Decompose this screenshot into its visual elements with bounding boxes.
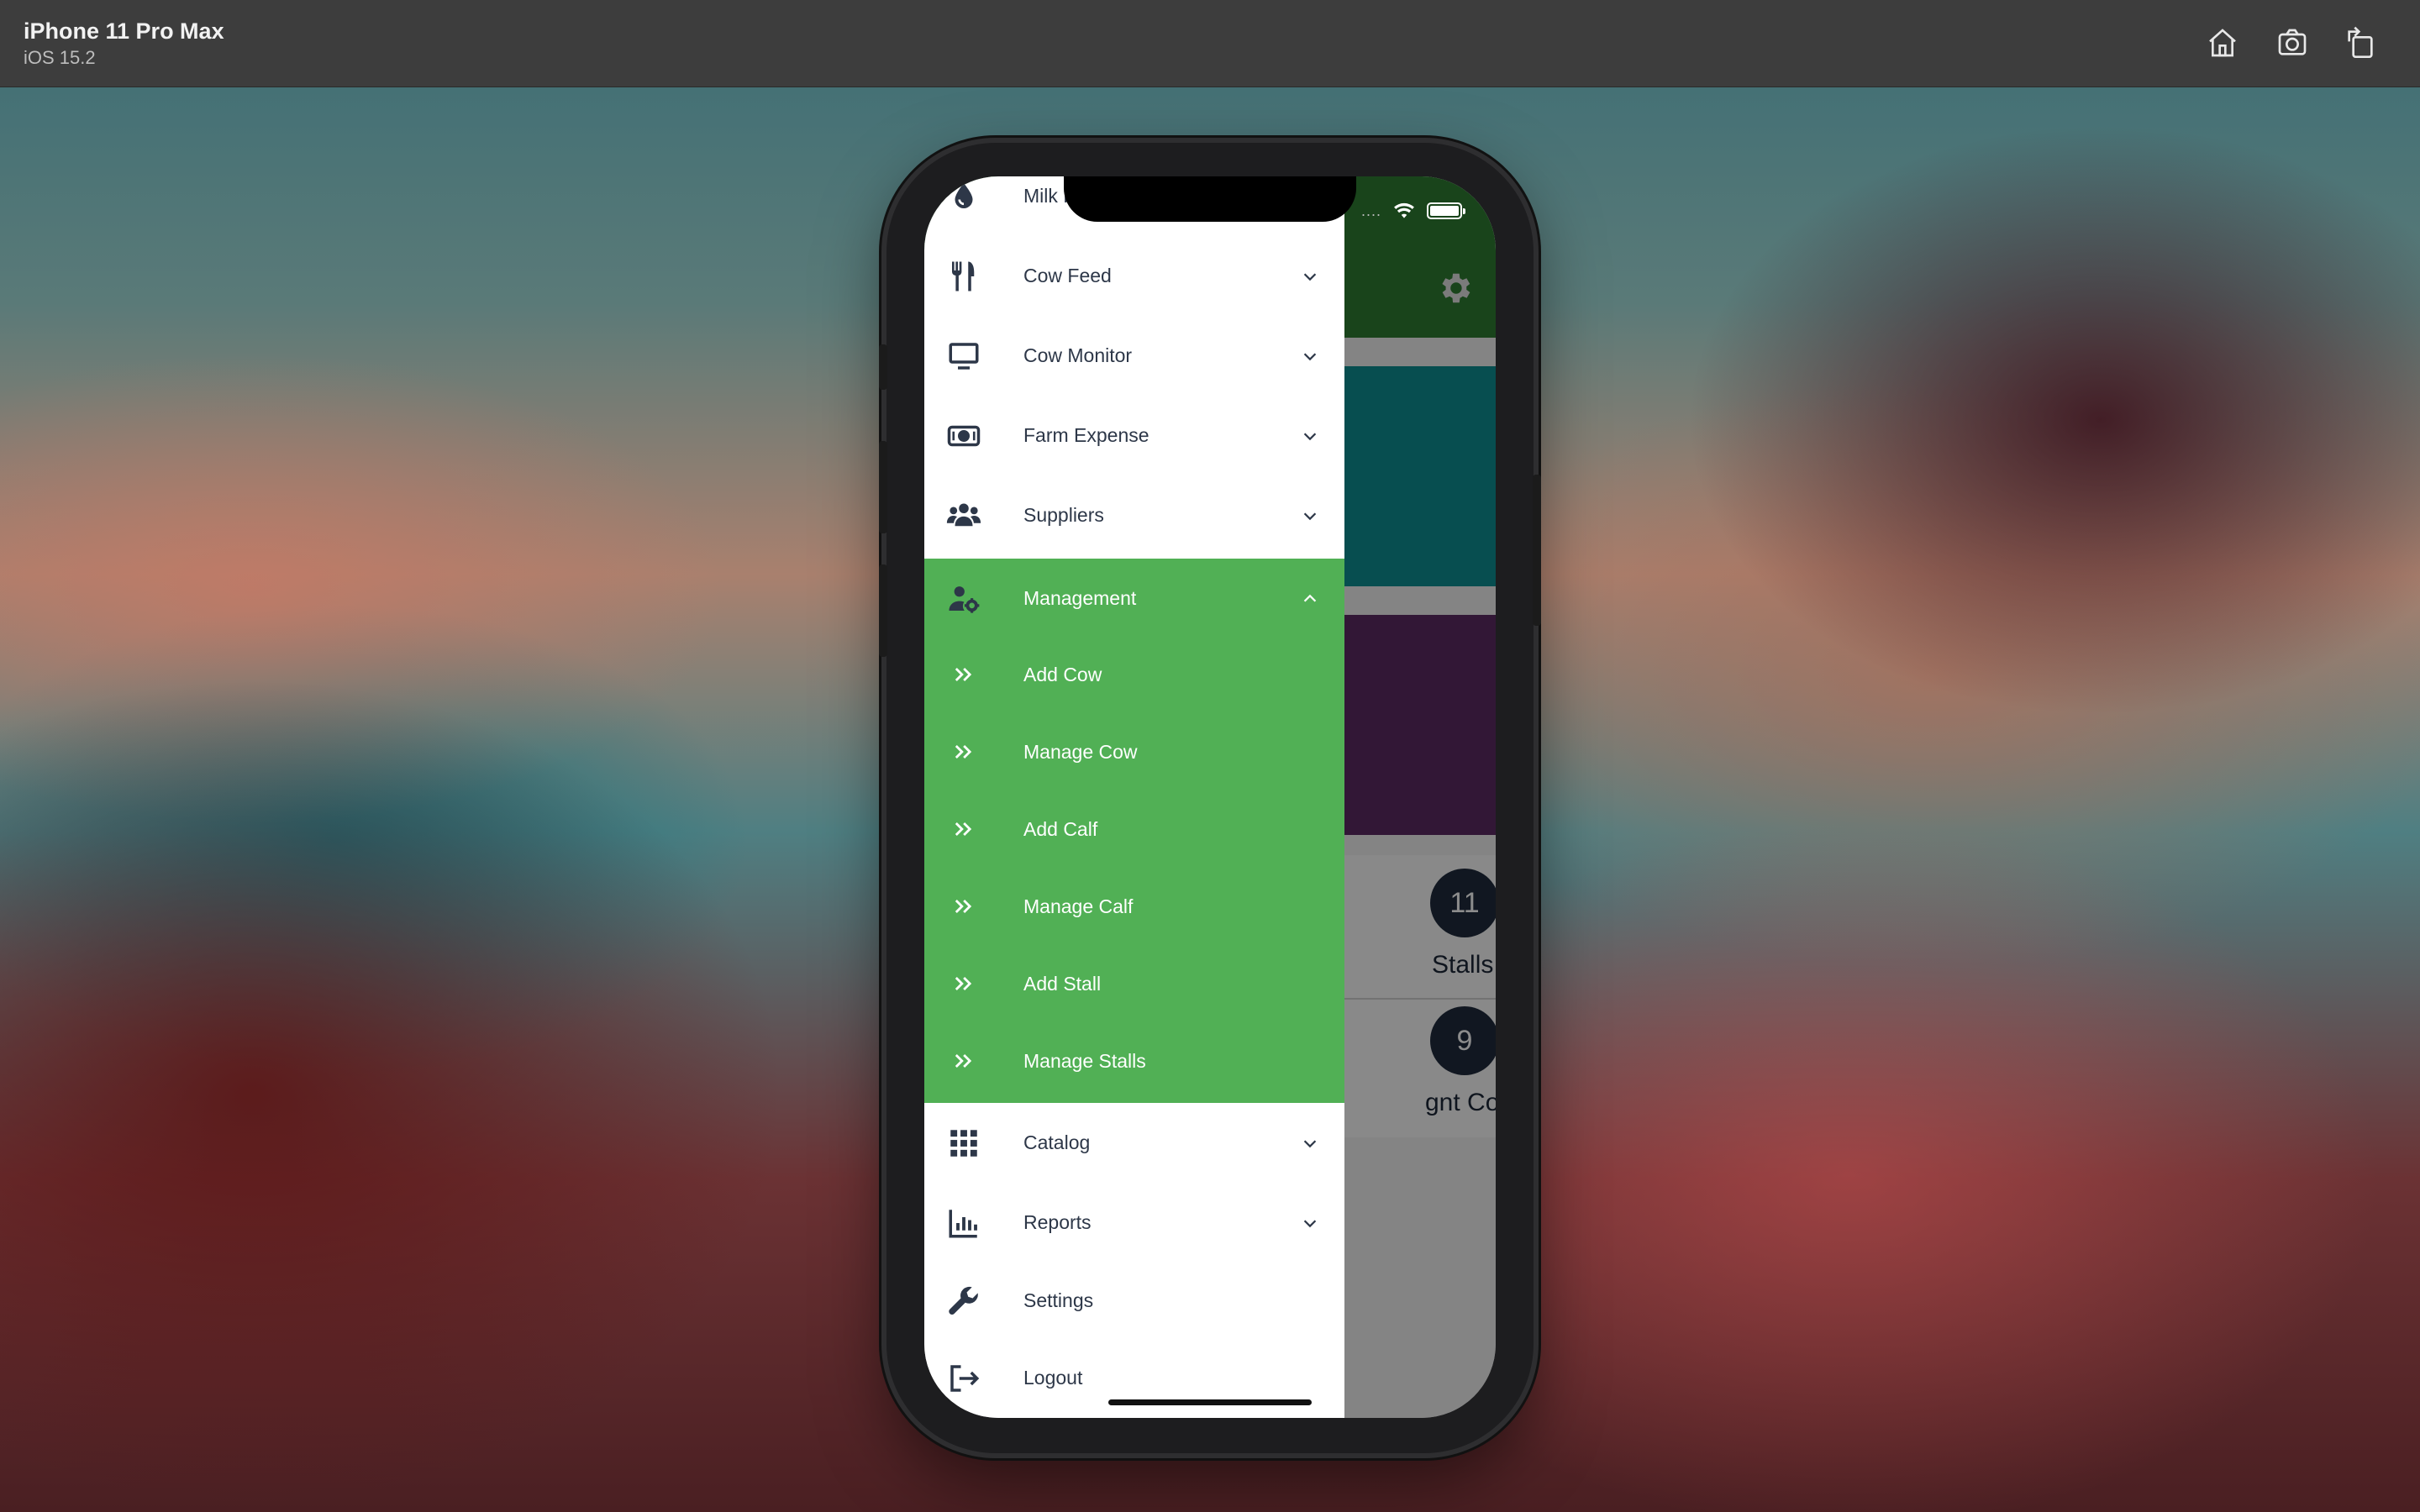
menu-item-management[interactable]: Management [924, 559, 1344, 638]
navigation-drawer: Milk P Cow Feed Cow Monitor Farm Expense… [924, 176, 1344, 1418]
menu-item-cow-feed[interactable]: Cow Feed [924, 236, 1344, 316]
chevron-down-icon [1297, 1131, 1323, 1156]
submenu-label: Add Stall [1023, 972, 1102, 995]
menu-item-settings[interactable]: Settings [924, 1261, 1344, 1341]
os-version: iOS 15.2 [24, 47, 96, 68]
home-indicator[interactable] [1108, 1399, 1312, 1405]
submenu-label: Add Cow [1023, 663, 1102, 685]
menu-item-farm-expense[interactable]: Farm Expense [924, 396, 1344, 475]
user-cog-icon [943, 578, 985, 620]
utensils-icon [943, 255, 985, 297]
menu-item-cow-monitor[interactable]: Cow Monitor [924, 316, 1344, 396]
double-chevron-right-icon [946, 658, 980, 691]
volume-up-button [879, 441, 887, 533]
screenshot-icon[interactable] [2271, 22, 2313, 64]
droplet-icon [943, 176, 985, 218]
menu-item-label: Cow Monitor [1023, 344, 1133, 366]
double-chevron-right-icon [946, 812, 980, 846]
chevron-down-icon [1297, 1210, 1323, 1236]
silent-switch [879, 344, 887, 390]
phone-screen: 11 Stalls 9 gnt Cows .... Milk P Cow Fee… [924, 176, 1496, 1418]
chevron-down-icon [1297, 423, 1323, 449]
menu-item-logout[interactable]: Logout [924, 1338, 1344, 1418]
submenu-add-stall[interactable]: Add Stall [924, 945, 1344, 1022]
status-bar: .... [1361, 202, 1466, 220]
chevron-down-icon [1297, 503, 1323, 528]
device-name: iPhone 11 Pro Max [24, 18, 224, 44]
wrench-icon [943, 1280, 985, 1322]
simulator-toolbar: iPhone 11 Pro Max iOS 15.2 [0, 0, 2420, 87]
menu-item-label: Farm Expense [1023, 424, 1150, 446]
grid-icon [943, 1122, 985, 1164]
double-chevron-right-icon [946, 890, 980, 923]
submenu-manage-calf[interactable]: Manage Calf [924, 868, 1344, 945]
chevron-down-icon [1297, 344, 1323, 369]
menu-item-label: Settings [1023, 1289, 1094, 1311]
double-chevron-right-icon [946, 967, 980, 1000]
menu-item-label: Logout [1023, 1367, 1083, 1389]
submenu-manage-cow[interactable]: Manage Cow [924, 713, 1344, 790]
menu-item-catalog[interactable]: Catalog [924, 1103, 1344, 1183]
bar-chart-icon [943, 1202, 985, 1244]
chevron-down-icon [1297, 264, 1323, 289]
submenu-add-calf[interactable]: Add Calf [924, 790, 1344, 868]
double-chevron-right-icon [946, 735, 980, 769]
power-button [1533, 475, 1541, 626]
phone-notch [1064, 176, 1356, 222]
menu-item-reports[interactable]: Reports [924, 1183, 1344, 1263]
management-section: Management Add Cow Manage Cow Add Calf M… [924, 559, 1344, 1103]
menu-item-label: Catalog [1023, 1131, 1091, 1153]
rotate-icon[interactable] [2339, 22, 2381, 64]
signal-icon: .... [1361, 202, 1382, 219]
submenu-label: Manage Stalls [1023, 1049, 1146, 1072]
submenu-label: Manage Calf [1023, 895, 1134, 917]
monitor-icon [943, 335, 985, 377]
menu-item-suppliers[interactable]: Suppliers [924, 475, 1344, 555]
menu-item-label: Management [1023, 587, 1137, 609]
volume-down-button [879, 564, 887, 657]
menu-item-label: Reports [1023, 1211, 1092, 1233]
logout-icon [943, 1357, 985, 1399]
users-icon [943, 495, 985, 537]
menu-item-label: Suppliers [1023, 504, 1104, 526]
menu-item-label: Cow Feed [1023, 265, 1112, 286]
battery-icon [1427, 202, 1466, 219]
submenu-add-cow[interactable]: Add Cow [924, 636, 1344, 713]
double-chevron-right-icon [946, 1044, 980, 1078]
money-bill-icon [943, 415, 985, 457]
submenu-label: Manage Cow [1023, 740, 1138, 763]
wifi-icon [1394, 202, 1414, 218]
home-icon[interactable] [2202, 22, 2244, 64]
chevron-up-icon [1297, 586, 1323, 612]
submenu-manage-stalls[interactable]: Manage Stalls [924, 1022, 1344, 1100]
submenu-label: Add Calf [1023, 817, 1098, 840]
